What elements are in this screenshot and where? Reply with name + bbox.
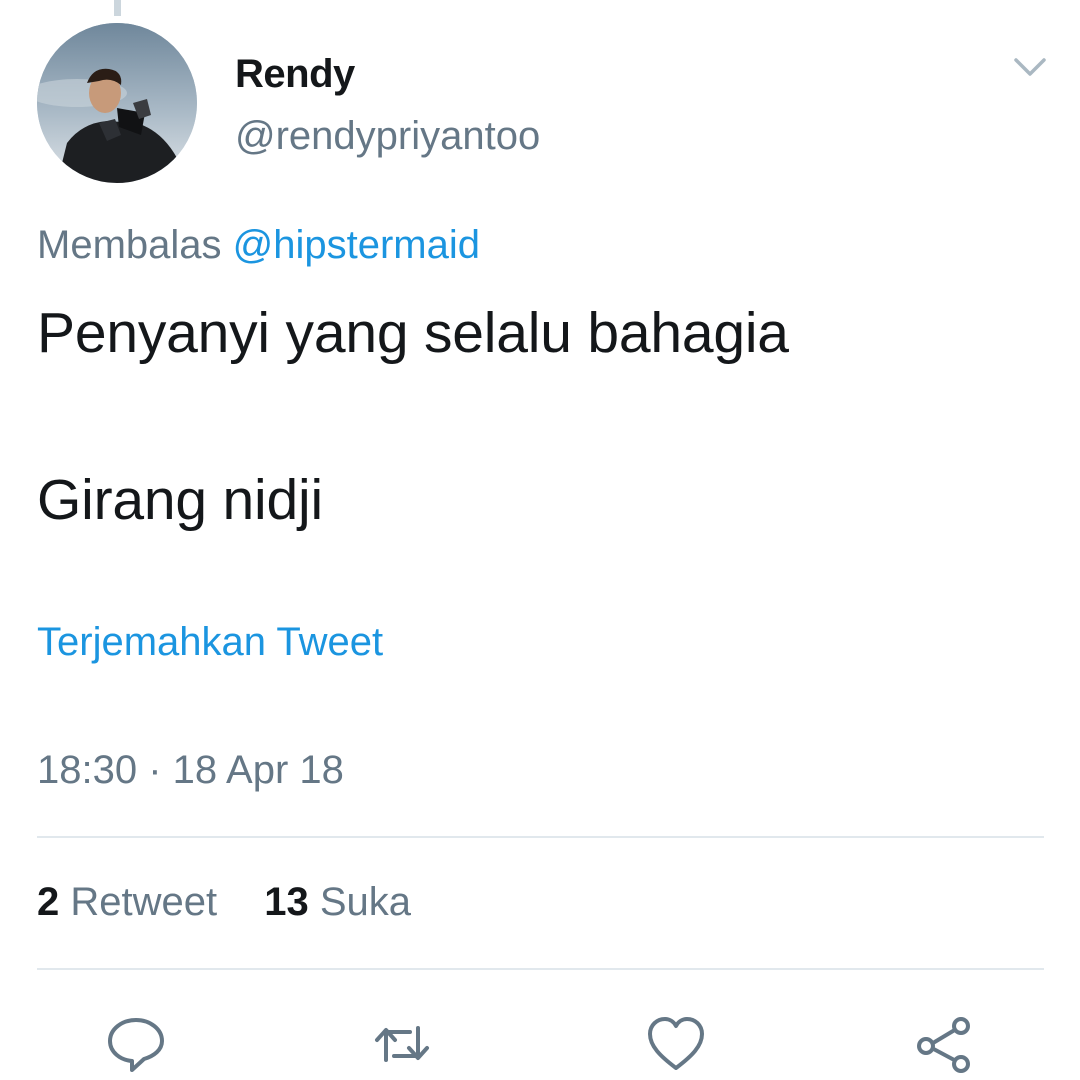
avatar[interactable] [37, 23, 197, 183]
reply-mention-link[interactable]: @hipstermaid [233, 223, 480, 267]
thread-connector-line [114, 0, 121, 16]
like-count-stat[interactable]: 13 Suka [264, 880, 411, 925]
retweet-count: 2 [37, 880, 60, 924]
tweet-text-line: Penyanyi yang selalu bahagia [37, 301, 789, 365]
like-count: 13 [264, 880, 309, 924]
share-icon[interactable] [914, 1014, 974, 1074]
reply-icon[interactable] [106, 1014, 166, 1074]
reply-prefix: Membalas [37, 223, 222, 267]
like-label: Suka [319, 880, 412, 924]
reply-context: Membalas @hipstermaid [37, 223, 480, 268]
user-handle[interactable]: @rendypriyantoo [235, 114, 540, 159]
divider [37, 968, 1044, 970]
retweet-label: Retweet [70, 880, 218, 924]
engagement-stats: 2 Retweet 13 Suka [37, 880, 411, 925]
retweet-count-stat[interactable]: 2 Retweet [37, 880, 217, 925]
chevron-down-icon[interactable] [1010, 52, 1050, 82]
retweet-icon[interactable] [372, 1014, 432, 1074]
heart-icon[interactable] [646, 1014, 706, 1074]
translate-tweet-link[interactable]: Terjemahkan Tweet [37, 620, 383, 665]
divider [37, 836, 1044, 838]
tweet-timestamp[interactable]: 18:30 · 18 Apr 18 [37, 748, 344, 793]
display-name[interactable]: Rendy [235, 52, 355, 97]
tweet-text-line: Girang nidji [37, 468, 323, 532]
